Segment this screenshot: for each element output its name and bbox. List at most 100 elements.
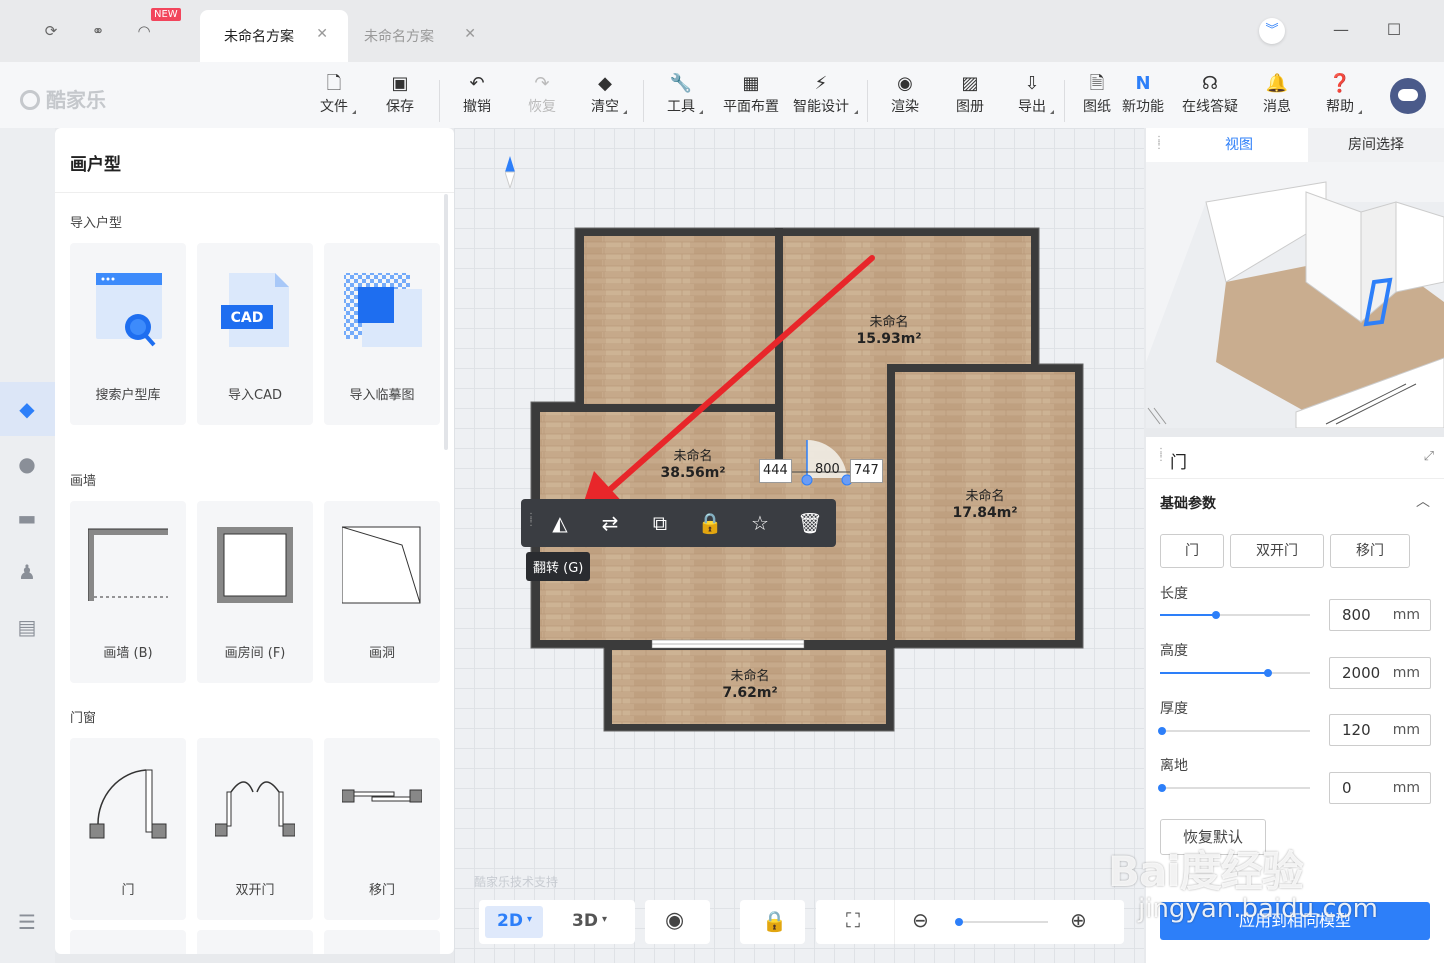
toolbar-render-button[interactable]: ◉ 渲染 xyxy=(889,72,921,116)
room-floor[interactable] xyxy=(775,470,887,640)
fit-view-icon[interactable]: ⛶ xyxy=(846,908,860,932)
trash-icon[interactable]: 🗑 xyxy=(794,507,826,539)
toolbar-file-button[interactable]: 🗋 文件 xyxy=(318,72,356,116)
toolbar-export-button[interactable]: ⇩ 导出 xyxy=(1016,72,1054,116)
toolbar-smart-design-button[interactable]: ⚡ 智能设计 xyxy=(790,72,858,116)
dimension-label: 800 xyxy=(815,462,840,477)
zoom-in-icon[interactable]: ⊕ xyxy=(1070,908,1087,932)
toolbar-album-button[interactable]: ▨ 图册 xyxy=(954,72,986,116)
floorplan-icon[interactable]: ◆ xyxy=(11,393,43,425)
toolbar-new-feature-button[interactable]: N 新功能 xyxy=(1119,72,1167,116)
door-card[interactable]: 门 xyxy=(70,738,186,920)
scrollbar[interactable] xyxy=(444,194,448,450)
toolbar-messages-button[interactable]: 🔔 消息 xyxy=(1261,72,1293,116)
toolbar-online-help-button[interactable]: ☊ 在线答疑 xyxy=(1179,72,1241,116)
lock-canvas-button[interactable]: 🔒 xyxy=(740,900,805,944)
more-card[interactable] xyxy=(324,930,440,954)
tab-plan-1[interactable]: 未命名方案 ✕ xyxy=(200,10,348,62)
menu-icon[interactable]: ☰ xyxy=(11,906,43,938)
more-card[interactable] xyxy=(70,930,186,954)
search-floorplan-card[interactable]: 搜索户型库 xyxy=(70,243,186,425)
slider-knob[interactable] xyxy=(1158,784,1166,792)
slider-knob[interactable] xyxy=(1212,611,1220,619)
tab-view[interactable]: 视图 xyxy=(1170,128,1308,162)
draw-opening-card[interactable]: 画洞 xyxy=(324,501,440,683)
slider-knob[interactable] xyxy=(1264,669,1272,677)
duplicate-icon[interactable]: ⧉ xyxy=(644,507,676,539)
draw-wall-card[interactable]: 画墙 (B) xyxy=(70,501,186,683)
type-sliding-door-button[interactable]: 移门 xyxy=(1330,534,1410,568)
zoom-knob[interactable] xyxy=(955,918,963,926)
toolbar-redo-button[interactable]: ↷ 恢复 xyxy=(526,72,558,116)
type-double-door-button[interactable]: 双开门 xyxy=(1230,534,1324,568)
more-card[interactable] xyxy=(197,930,313,954)
tab-room-select[interactable]: 房间选择 xyxy=(1308,128,1444,162)
headphone-icon[interactable]: ◠ xyxy=(135,22,153,40)
close-icon[interactable]: ✕ xyxy=(316,26,328,42)
cabinet-icon[interactable]: ▤ xyxy=(11,611,43,643)
card-label: 搜索户型库 xyxy=(95,388,161,403)
zoom-out-icon[interactable]: ⊖ xyxy=(912,908,929,932)
toolbar-help-button[interactable]: ❓ 帮助 xyxy=(1324,72,1362,116)
room-name: 未命名 xyxy=(869,315,909,330)
toolbar-undo-button[interactable]: ↶ 撤销 xyxy=(461,72,493,116)
swap-icon[interactable]: ⇄ xyxy=(594,507,626,539)
star-icon[interactable]: ☆ xyxy=(744,507,776,539)
help-icon: ❓ xyxy=(1328,73,1352,94)
slider-knob[interactable] xyxy=(1158,727,1166,735)
thickness-input[interactable]: 120 mm xyxy=(1329,714,1431,746)
new-feature-icon: N xyxy=(1135,73,1151,94)
flip-icon[interactable]: ◭ xyxy=(544,507,576,539)
drag-handle-icon[interactable]: ⋮ ⋮ xyxy=(1156,448,1166,463)
refresh-icon[interactable]: ⟳ xyxy=(42,22,60,40)
toolbar-tools-button[interactable]: 🔧 工具 xyxy=(665,72,703,116)
mode-3d-button[interactable]: 3D xyxy=(572,911,598,931)
avatar[interactable] xyxy=(1390,78,1426,114)
import-trace-card[interactable]: 导入临摹图 xyxy=(324,243,440,425)
undo-icon: ↶ xyxy=(469,73,485,94)
design-canvas[interactable]: 未命名 15.93m² 未命名 38.56m² 未命名 17.84m² 未命名 7.62… xyxy=(454,128,1144,963)
drag-handle-icon[interactable]: ⋮ ⋮ xyxy=(1154,136,1164,151)
toolbar-layout-button[interactable]: ▦ 平面布置 xyxy=(720,72,782,116)
param-label-thickness: 厚度 xyxy=(1160,701,1188,717)
height-input[interactable]: 2000 mm xyxy=(1329,657,1431,689)
3d-preview-render[interactable] xyxy=(1146,162,1444,428)
mode-2d-button[interactable]: 2D xyxy=(497,911,523,931)
baidu-url-watermark: jingyan.baidu.com xyxy=(1138,894,1378,924)
zoom-slider[interactable] xyxy=(956,921,1048,923)
tool-label: 新功能 xyxy=(1122,99,1164,115)
double-door-card[interactable]: 双开门 xyxy=(197,738,313,920)
user-icon[interactable]: ♟ xyxy=(11,556,43,588)
toolbar-clear-button[interactable]: ◆ 清空 xyxy=(589,72,627,116)
lock-icon[interactable]: 🔒 xyxy=(694,507,726,539)
dimension-input[interactable]: 747 xyxy=(850,459,883,483)
expand-icon[interactable]: ⤢ xyxy=(1424,449,1434,464)
dimension-input[interactable]: 444 xyxy=(759,459,792,483)
chevron-up-icon[interactable]: ︿ xyxy=(1416,491,1430,511)
toolbar-save-button[interactable]: ▣ 保存 xyxy=(384,72,416,116)
chevron-down-icon[interactable]: ︾ xyxy=(1259,18,1285,44)
camera-icon: ◉ xyxy=(897,73,913,94)
thickness-slider[interactable] xyxy=(1158,727,1310,735)
visibility-button[interactable]: ◉ xyxy=(645,900,710,944)
minimize-button[interactable]: — xyxy=(1331,20,1351,40)
sofa-icon[interactable]: ▬ xyxy=(11,502,43,534)
height-slider[interactable] xyxy=(1160,669,1310,677)
link-icon[interactable]: ⚭ xyxy=(89,22,107,40)
lightbulb-icon[interactable]: ● xyxy=(11,448,43,480)
elevation-input[interactable]: 0 mm xyxy=(1329,772,1431,804)
drag-handle-icon[interactable]: ⋮ ⋮ xyxy=(526,513,536,528)
close-icon[interactable]: ✕ xyxy=(464,26,476,42)
elevation-slider[interactable] xyxy=(1158,784,1310,792)
type-door-button[interactable]: 门 xyxy=(1160,534,1224,568)
import-cad-card[interactable]: CAD 导入CAD xyxy=(197,243,313,425)
length-input[interactable]: 800 mm xyxy=(1329,599,1431,631)
sliding-door-card[interactable]: 移门 xyxy=(324,738,440,920)
draw-room-card[interactable]: 画房间 (F) xyxy=(197,501,313,683)
maximize-button[interactable]: ☐ xyxy=(1384,20,1404,40)
toolbar-drawing-button[interactable]: 🗎 图纸 xyxy=(1081,72,1113,116)
tool-label: 在线答疑 xyxy=(1182,99,1238,115)
length-slider[interactable] xyxy=(1160,611,1310,619)
tab-plan-2[interactable]: 未命名方案 ✕ xyxy=(348,10,496,62)
room-floor[interactable] xyxy=(584,236,775,404)
